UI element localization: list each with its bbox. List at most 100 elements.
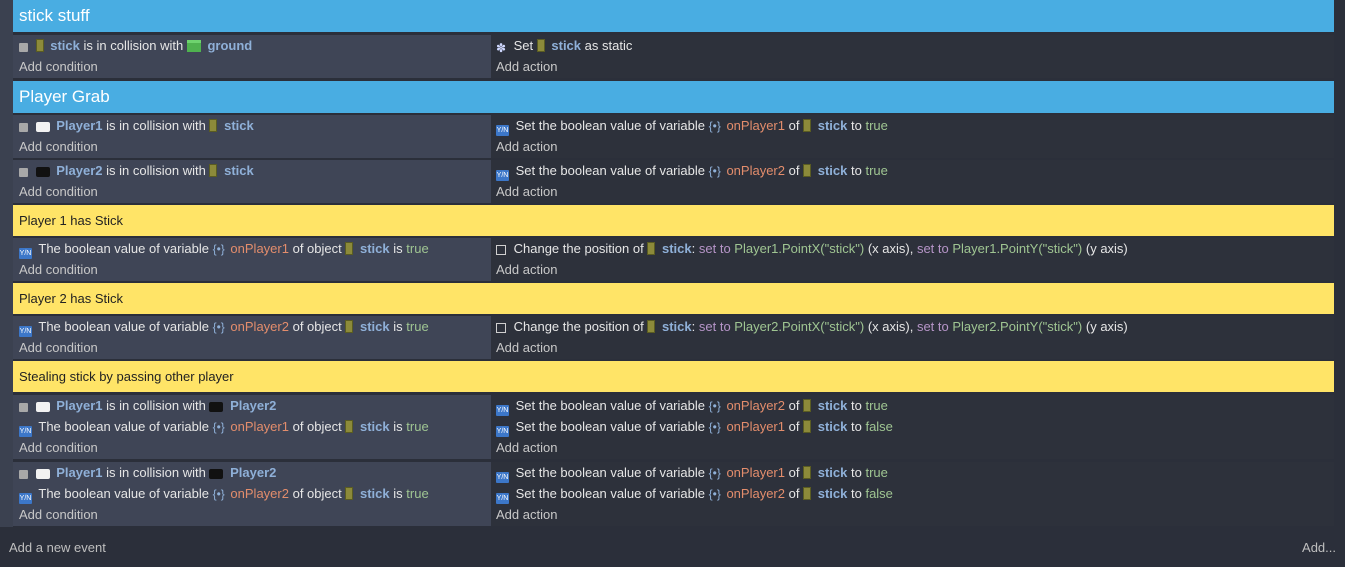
comment-text: Player 1 has Stick	[19, 213, 124, 228]
add-condition-link[interactable]: Add condition	[19, 259, 491, 280]
conditions-panel[interactable]: Player2 is in collision with stick Add c…	[13, 160, 491, 203]
value-true: true	[406, 319, 429, 334]
object-stick: stick	[360, 486, 390, 501]
actions-panel[interactable]: Change the position of stick: set to Pla…	[491, 238, 1334, 281]
actions-panel[interactable]: Y/N Set the boolean value of variable {•…	[491, 395, 1334, 459]
conditions-panel[interactable]: stick is in collision with ground Add co…	[13, 35, 491, 78]
action-line[interactable]: Y/N Set the boolean value of variable {•…	[496, 483, 1334, 504]
text-y-axis: (y axis)	[1085, 241, 1128, 256]
condition-line[interactable]: Y/N The boolean value of variable {•} on…	[19, 416, 491, 437]
add-condition-link[interactable]: Add condition	[19, 56, 491, 77]
value-true: true	[406, 419, 429, 434]
variable-icon: Y/N	[496, 493, 509, 504]
event-row[interactable]: stick is in collision with ground Add co…	[13, 35, 1334, 78]
variable-icon: Y/N	[496, 426, 509, 437]
variable-brace-icon: {•}	[708, 420, 721, 434]
conditions-panel[interactable]: Y/N The boolean value of variable {•} on…	[13, 238, 491, 281]
condition-line[interactable]: stick is in collision with ground	[19, 35, 491, 56]
variable-onPlayer2: onPlayer2	[230, 319, 289, 334]
condition-line[interactable]: Y/N The boolean value of variable {•} on…	[19, 238, 491, 259]
variable-brace-icon: {•}	[212, 487, 225, 501]
conditions-panel[interactable]: Player1 is in collision with Player2 Y/N…	[13, 462, 491, 526]
text-is: is	[393, 486, 403, 501]
add-action-link[interactable]: Add action	[496, 437, 1334, 458]
event-row[interactable]: Y/N The boolean value of variable {•} on…	[13, 316, 1334, 359]
object-stick: stick	[224, 163, 254, 178]
condition-icon	[19, 43, 28, 52]
comment-player2-has-stick[interactable]: Player 2 has Stick	[13, 283, 1334, 314]
event-row[interactable]: Player1 is in collision with stick Add c…	[13, 115, 1334, 158]
group-player-grab[interactable]: Player Grab	[13, 81, 1334, 113]
action-line[interactable]: Change the position of stick: set to Pla…	[496, 238, 1334, 259]
add-action-link[interactable]: Add action	[496, 337, 1334, 358]
condition-line[interactable]: Player1 is in collision with Player2	[19, 462, 491, 483]
action-line[interactable]: Y/N Set the boolean value of variable {•…	[496, 115, 1334, 136]
group-title: stick stuff	[19, 6, 90, 25]
add-action-link[interactable]: Add action	[496, 181, 1334, 202]
player2-object-icon	[209, 469, 224, 479]
add-condition-link[interactable]: Add condition	[19, 337, 491, 358]
object-stick: stick	[224, 118, 254, 133]
conditions-panel[interactable]: Player1 is in collision with stick Add c…	[13, 115, 491, 158]
condition-line[interactable]: Player1 is in collision with stick	[19, 115, 491, 136]
object-player2: Player2	[230, 465, 277, 480]
event-row[interactable]: Player1 is in collision with Player2 Y/N…	[13, 462, 1334, 526]
variable-icon: Y/N	[496, 472, 509, 483]
add-condition-link[interactable]: Add condition	[19, 504, 491, 525]
action-line[interactable]: Y/N Set the boolean value of variable {•…	[496, 160, 1334, 181]
stick-object-icon	[536, 39, 545, 52]
variable-onPlayer2: onPlayer2	[230, 486, 289, 501]
stick-object-icon	[345, 242, 354, 255]
add-action-link[interactable]: Add action	[496, 259, 1334, 280]
action-line[interactable]: Y/N Set the boolean value of variable {•…	[496, 416, 1334, 437]
add-action-link[interactable]: Add action	[496, 136, 1334, 157]
condition-line[interactable]: Player1 is in collision with Player2	[19, 395, 491, 416]
add-condition-link[interactable]: Add condition	[19, 136, 491, 157]
actions-panel[interactable]: Y/N Set the boolean value of variable {•…	[491, 462, 1334, 526]
actions-panel[interactable]: Change the position of stick: set to Pla…	[491, 316, 1334, 359]
add-more-button[interactable]: Add...	[1302, 540, 1336, 555]
text-bool-value: The boolean value of variable	[38, 319, 209, 334]
object-stick: stick	[551, 38, 582, 53]
event-row[interactable]: Player2 is in collision with stick Add c…	[13, 160, 1334, 203]
value-true: true	[865, 398, 888, 413]
text-set-bool: Set the boolean value of variable	[515, 419, 705, 434]
variable-icon: Y/N	[19, 248, 32, 259]
actions-panel[interactable]: Y/N Set the boolean value of variable {•…	[491, 160, 1334, 203]
add-condition-link[interactable]: Add condition	[19, 181, 491, 202]
actions-panel[interactable]: Y/N Set the boolean value of variable {•…	[491, 115, 1334, 158]
group-stick-stuff[interactable]: stick stuff	[13, 0, 1334, 32]
condition-icon	[19, 168, 28, 177]
variable-brace-icon: {•}	[212, 320, 225, 334]
text-change-pos: Change the position of	[513, 319, 644, 334]
action-line[interactable]: Y/N Set the boolean value of variable {•…	[496, 395, 1334, 416]
conditions-panel[interactable]: Y/N The boolean value of variable {•} on…	[13, 316, 491, 359]
player1-object-icon	[35, 122, 50, 132]
position-box-icon	[496, 245, 506, 255]
event-row[interactable]: Y/N The boolean value of variable {•} on…	[13, 238, 1334, 281]
value-false: false	[865, 419, 893, 434]
conditions-panel[interactable]: Player1 is in collision with Player2 Y/N…	[13, 395, 491, 459]
add-action-link[interactable]: Add action	[496, 504, 1334, 525]
text-set-to: set to	[916, 319, 949, 334]
action-line[interactable]: Change the position of stick: set to Pla…	[496, 316, 1334, 337]
comment-player1-has-stick[interactable]: Player 1 has Stick	[13, 205, 1334, 236]
action-line[interactable]: ✽ Set stick as static	[496, 35, 1334, 56]
text-set-bool: Set the boolean value of variable	[515, 486, 705, 501]
event-gutter	[0, 0, 13, 527]
variable-icon: Y/N	[496, 125, 509, 136]
expr-p1x: Player1.PointX("stick")	[734, 241, 865, 256]
object-stick: stick	[360, 319, 390, 334]
add-condition-link[interactable]: Add condition	[19, 437, 491, 458]
actions-panel[interactable]: ✽ Set stick as static Add action	[491, 35, 1334, 78]
variable-brace-icon: {•}	[708, 487, 721, 501]
event-row[interactable]: Player1 is in collision with Player2 Y/N…	[13, 395, 1334, 459]
text-as-static: as static	[584, 38, 633, 53]
add-action-link[interactable]: Add action	[496, 56, 1334, 77]
comment-stealing-stick[interactable]: Stealing stick by passing other player	[13, 361, 1334, 392]
condition-line[interactable]: Y/N The boolean value of variable {•} on…	[19, 316, 491, 337]
action-line[interactable]: Y/N Set the boolean value of variable {•…	[496, 462, 1334, 483]
condition-line[interactable]: Player2 is in collision with stick	[19, 160, 491, 181]
add-new-event-button[interactable]: Add a new event	[9, 540, 106, 555]
condition-line[interactable]: Y/N The boolean value of variable {•} on…	[19, 483, 491, 504]
